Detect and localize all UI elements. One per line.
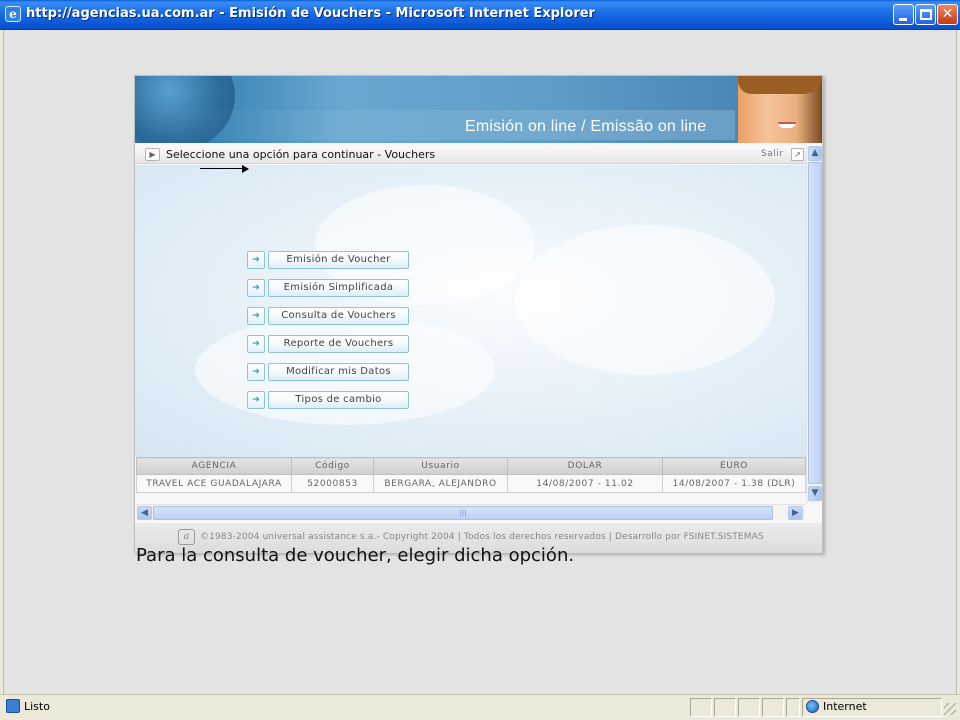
menu-item-consulta-vouchers[interactable]: ➔ Consulta de Vouchers — [247, 307, 410, 325]
status-pane — [738, 698, 760, 717]
annotation-arrow — [134, 164, 254, 174]
photo-smile — [778, 122, 796, 128]
menu-item-emision-voucher[interactable]: ➔ Emisión de Voucher — [247, 251, 410, 269]
resize-grip-icon[interactable] — [944, 703, 956, 715]
arrow-line — [200, 168, 244, 169]
user-cell: BERGARA, ALEJANDRO — [373, 474, 508, 493]
column-header: AGENCIA — [136, 457, 292, 475]
ua-logo-icon: a — [178, 529, 195, 545]
arrow-right-icon[interactable]: ➔ — [247, 335, 265, 353]
status-text: Listo — [24, 700, 50, 713]
table-header-row: AGENCIA Código Usuario DOLAR EURO — [136, 457, 806, 475]
window-title: http://agencias.ua.com.ar - Emisión de V… — [26, 6, 595, 21]
menu-button[interactable]: Modificar mis Datos — [268, 363, 409, 381]
table-row: TRAVEL ACE GUADALAJARA 52000853 BERGARA,… — [136, 474, 806, 493]
woman-photo — [738, 76, 822, 143]
horizontal-scrollbar[interactable]: ◀ ||| ▶ — [136, 504, 805, 520]
banner-heading: Emisión on line / Emissão on line — [465, 118, 707, 135]
menu-button[interactable]: Emisión de Voucher — [268, 251, 409, 269]
salir-link[interactable]: Salir — [761, 149, 783, 159]
euro-cell: 14/08/2007 - 1.38 (DLR) — [662, 474, 806, 493]
column-header: DOLAR — [507, 457, 663, 475]
status-pane — [714, 698, 736, 717]
code-cell: 52000853 — [291, 474, 374, 493]
menu-area: ➔ Emisión de Voucher ➔ Emisión Simplific… — [135, 165, 806, 457]
vertical-scrollbar[interactable]: ▲ ▼ — [806, 146, 822, 503]
scroll-left-icon[interactable]: ◀ — [137, 506, 152, 520]
header-banner: Emisión on line / Emissão on line — [135, 76, 822, 143]
arrow-right-icon[interactable]: ➔ — [247, 279, 265, 297]
section-bar: ▶ Seleccione una opción para continuar -… — [135, 146, 806, 164]
menu-item-emision-simplificada[interactable]: ➔ Emisión Simplificada — [247, 279, 410, 297]
exit-icon[interactable]: ↗ — [791, 148, 804, 161]
instruction-caption: Para la consulta de voucher, elegir dich… — [136, 545, 575, 566]
status-pane — [786, 698, 800, 717]
status-bar: Listo Internet — [0, 694, 960, 720]
minimize-button[interactable] — [893, 4, 914, 25]
menu-button[interactable]: Tipos de cambio — [268, 391, 409, 409]
status-pane — [690, 698, 712, 717]
arrow-head-icon — [242, 165, 249, 173]
agency-info-table: AGENCIA Código Usuario DOLAR EURO TRAVEL… — [136, 457, 806, 493]
agency-cell: TRAVEL ACE GUADALAJARA — [136, 474, 292, 493]
menu-button[interactable]: Consulta de Vouchers — [268, 307, 409, 325]
menu-button[interactable]: Reporte de Vouchers — [268, 335, 409, 353]
close-icon: ✕ — [941, 6, 954, 22]
section-title: Seleccione una opción para continuar - V… — [166, 148, 436, 161]
map-background — [515, 225, 775, 375]
arrow-right-icon[interactable]: ➔ — [247, 251, 265, 269]
arrow-right-icon[interactable]: ➔ — [247, 391, 265, 409]
scroll-thumb[interactable]: ||| — [153, 506, 773, 520]
page-status-icon — [6, 699, 20, 713]
menu-item-modificar-datos[interactable]: ➔ Modificar mis Datos — [247, 363, 410, 381]
play-icon: ▶ — [145, 148, 160, 161]
window-title-bar[interactable]: e http://agencias.ua.com.ar - Emisión de… — [0, 0, 960, 30]
arrow-right-icon[interactable]: ➔ — [247, 363, 265, 381]
column-header: EURO — [662, 457, 806, 475]
maximize-icon — [920, 9, 932, 20]
dollar-cell: 14/08/2007 - 11.02 — [507, 474, 663, 493]
column-header: Código — [291, 457, 374, 475]
close-window-button[interactable]: ✕ — [937, 4, 958, 25]
maximize-button[interactable] — [915, 4, 936, 25]
photo-hair — [738, 76, 822, 94]
arrow-right-icon[interactable]: ➔ — [247, 307, 265, 325]
web-app-panel: Emisión on line / Emissão on line ▶ Sele… — [134, 75, 823, 553]
menu-item-reporte-vouchers[interactable]: ➔ Reporte de Vouchers — [247, 335, 410, 353]
security-zone-text: Internet — [823, 700, 867, 713]
copyright-text: ©1983-2004 universal assistance s.a.- Co… — [200, 532, 764, 542]
status-pane — [762, 698, 784, 717]
scroll-up-icon[interactable]: ▲ — [808, 146, 822, 161]
menu-button[interactable]: Emisión Simplificada — [268, 279, 409, 297]
scroll-down-icon[interactable]: ▼ — [808, 486, 822, 501]
menu-item-tipos-cambio[interactable]: ➔ Tipos de cambio — [247, 391, 410, 409]
ie-page-icon: e — [5, 6, 21, 22]
scroll-thumb[interactable] — [808, 162, 822, 484]
globe-icon — [806, 700, 819, 713]
scroll-right-icon[interactable]: ▶ — [788, 506, 803, 520]
minimize-icon — [899, 18, 907, 21]
column-header: Usuario — [373, 457, 508, 475]
